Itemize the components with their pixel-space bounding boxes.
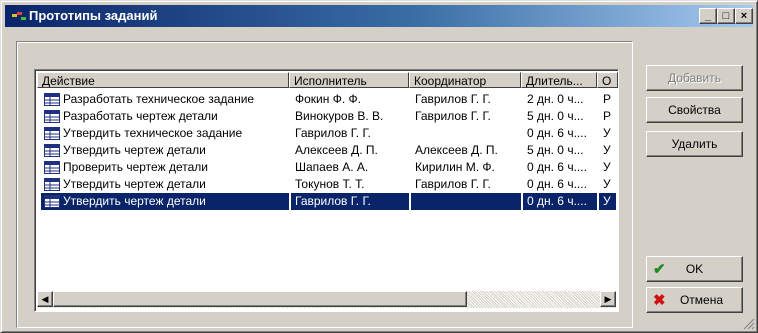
cell-action: Утвердить чертеж детали xyxy=(63,177,206,191)
maximize-button[interactable]: □ xyxy=(717,8,735,24)
task-icon-cell xyxy=(41,176,61,193)
ok-button[interactable]: ✔ OK xyxy=(646,256,743,282)
title-bar[interactable]: Прототипы заданий _ □ × xyxy=(5,5,753,27)
x-mark-icon: ✖ xyxy=(653,292,666,309)
cell-extra: У xyxy=(603,126,611,140)
cell-coordinator: Алексеев Д. П. xyxy=(415,143,498,157)
cell-duration: 5 дн. 0 ч... xyxy=(527,143,584,157)
list-rows: Разработать техническое задание Фокин Ф. … xyxy=(37,91,616,210)
tasks-list[interactable]: Действие Исполнитель Координатор Длитель… xyxy=(34,69,619,312)
cell-executor: Шапаев А. А. xyxy=(295,160,369,174)
close-button[interactable]: × xyxy=(735,8,753,24)
task-icon-cell xyxy=(41,91,61,108)
scroll-right-arrow-icon[interactable]: ▶ xyxy=(600,291,616,307)
task-icon-cell xyxy=(41,193,61,210)
task-icon-cell xyxy=(41,108,61,125)
table-row[interactable]: Утвердить чертеж детали Алексеев Д. П. Але… xyxy=(37,142,616,159)
task-icon-cell xyxy=(41,125,61,142)
dialog-window: Прототипы заданий _ □ × Действие Исполни… xyxy=(0,0,758,333)
task-icon xyxy=(44,178,60,191)
cell-duration: 2 дн. 0 ч... xyxy=(527,92,584,106)
cell-coordinator: Кирилин М. Ф. xyxy=(415,160,495,174)
task-icon-cell xyxy=(41,142,61,159)
window-title: Прототипы заданий xyxy=(29,8,158,23)
cell-duration: 0 дн. 6 ч.... xyxy=(527,177,587,191)
scroll-thumb[interactable] xyxy=(53,291,467,307)
cell-executor: Алексеев Д. П. xyxy=(295,143,378,157)
cell-action: Утвердить техническое задание xyxy=(63,126,243,140)
cell-duration: 0 дн. 6 ч.... xyxy=(523,193,597,210)
table-row[interactable]: Проверить чертеж детали Шапаев А. А. Кирил… xyxy=(37,159,616,176)
ok-label: OK xyxy=(685,262,704,276)
task-icon xyxy=(44,144,60,157)
table-row[interactable]: Разработать техническое задание Фокин Ф. … xyxy=(37,91,616,108)
cell-extra: Р xyxy=(603,92,612,106)
cell-duration: 0 дн. 6 ч.... xyxy=(527,160,587,174)
task-icon xyxy=(44,127,60,140)
cell-executor: Токунов Т. Т. xyxy=(295,177,365,191)
cell-extra: У xyxy=(599,193,616,210)
cell-extra: У xyxy=(603,160,611,174)
column-header-coordinator[interactable]: Координатор xyxy=(409,72,521,88)
cell-extra: У xyxy=(603,177,611,191)
cell-coordinator: Гаврилов Г. Г. xyxy=(415,177,491,191)
cell-duration: 5 дн. 0 ч... xyxy=(527,109,584,123)
cell-executor: Фокин Ф. Ф. xyxy=(295,92,361,106)
task-icon-cell xyxy=(41,159,61,176)
task-icon xyxy=(44,110,60,123)
cell-duration: 0 дн. 6 ч.... xyxy=(527,126,587,140)
horizontal-scrollbar[interactable]: ◀ ▶ xyxy=(37,291,616,308)
table-row[interactable]: Утвердить чертеж детали Токунов Т. Т. Гавр… xyxy=(37,176,616,193)
task-icon xyxy=(44,161,60,174)
cell-executor: Винокуров В. В. xyxy=(295,109,384,123)
column-header-duration[interactable]: Длитель... xyxy=(521,72,597,88)
cell-action: Проверить чертеж детали xyxy=(63,160,208,174)
cell-extra: У xyxy=(603,143,611,157)
resize-grip-icon[interactable] xyxy=(743,318,755,330)
cancel-button[interactable]: ✖ Отмена xyxy=(646,287,743,313)
task-icon xyxy=(44,93,60,106)
table-row[interactable]: Разработать чертеж детали Винокуров В. В.… xyxy=(37,108,616,125)
cell-executor: Гаврилов Г. Г. xyxy=(291,193,409,210)
cell-action: Разработать чертеж детали xyxy=(63,109,218,123)
cell-action: Утвердить чертеж детали xyxy=(61,193,289,210)
app-icon xyxy=(12,12,26,20)
cell-action: Утвердить чертеж детали xyxy=(63,143,206,157)
cell-coordinator: Гаврилов Г. Г. xyxy=(415,92,491,106)
properties-button[interactable]: Свойства xyxy=(646,97,743,123)
cancel-label: Отмена xyxy=(679,293,724,307)
checkmark-icon: ✔ xyxy=(653,261,666,278)
table-row[interactable]: Утвердить техническое задание Гаврилов Г.… xyxy=(37,125,616,142)
cell-extra: Р xyxy=(603,109,612,123)
list-header: Действие Исполнитель Координатор Длитель… xyxy=(37,72,618,90)
cell-action: Разработать техническое задание xyxy=(63,92,255,106)
column-header-extra[interactable]: О xyxy=(597,72,618,88)
scroll-left-arrow-icon[interactable]: ◀ xyxy=(37,291,53,307)
cell-coordinator: Гаврилов Г. Г. xyxy=(415,109,491,123)
task-icon xyxy=(44,195,60,208)
column-header-action[interactable]: Действие xyxy=(37,72,289,88)
cell-coordinator xyxy=(411,125,521,142)
column-header-executor[interactable]: Исполнитель xyxy=(289,72,409,88)
cell-coordinator xyxy=(411,193,521,210)
add-button[interactable]: Добавить xyxy=(646,65,743,91)
minimize-button[interactable]: _ xyxy=(699,8,717,24)
table-row[interactable]: Утвердить чертеж детали Гаврилов Г. Г. 0 д… xyxy=(37,193,616,210)
delete-button[interactable]: Удалить xyxy=(646,131,743,157)
cell-executor: Гаврилов Г. Г. xyxy=(295,126,371,140)
